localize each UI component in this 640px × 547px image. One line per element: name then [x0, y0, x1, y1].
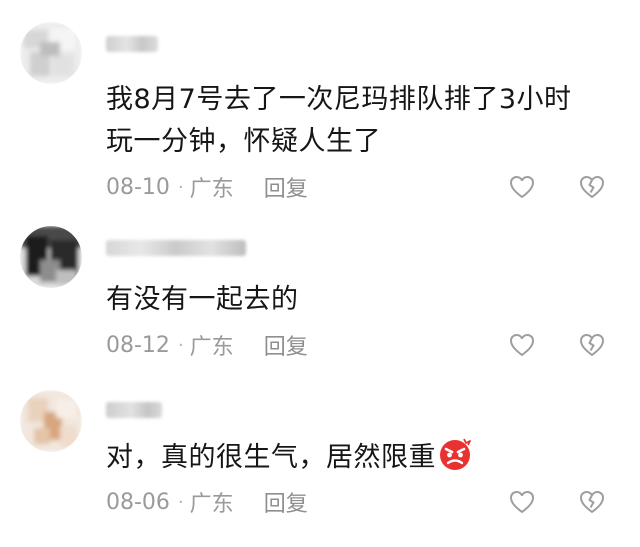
comment-text-line: 对，真的很生气，居然限重: [106, 436, 626, 479]
comment-location: 广东: [189, 335, 234, 360]
broken-heart-outline-icon[interactable]: [578, 331, 606, 359]
heart-outline-icon[interactable]: [508, 331, 536, 359]
avatar[interactable]: [20, 22, 82, 84]
separator-dot: ·: [177, 176, 184, 198]
avatar[interactable]: [20, 390, 82, 452]
comment-date: 08-06: [106, 489, 170, 515]
angry-face-emoji: [437, 436, 473, 472]
comment-text-content: 对，真的很生气，居然限重: [106, 442, 436, 473]
separator-dot: ·: [177, 491, 184, 513]
comment-meta: 08-06 · 广东 回复: [106, 486, 308, 518]
comment-date: 08-12: [106, 332, 170, 358]
comment-date: 08-10: [106, 174, 170, 200]
comment-item: 对，真的很生气，居然限重 08-06 · 广东 回复: [0, 370, 640, 547]
broken-heart-outline-icon[interactable]: [578, 488, 606, 516]
reply-button[interactable]: 回复: [264, 171, 308, 203]
separator-dot: ·: [177, 334, 184, 356]
comment-text-line: 我8月7号去了一次尼玛排队排了3小时: [106, 84, 572, 115]
username-blurred[interactable]: [106, 36, 158, 52]
comment-location: 广东: [189, 177, 234, 202]
comment-meta: 08-12 · 广东 回复: [106, 329, 308, 361]
username-blurred[interactable]: [106, 402, 162, 418]
heart-outline-icon[interactable]: [508, 173, 536, 201]
comment-text: 我8月7号去了一次尼玛排队排了3小时 玩一分钟，怀疑人生了: [106, 79, 626, 163]
heart-outline-icon[interactable]: [508, 488, 536, 516]
avatar[interactable]: [20, 226, 82, 288]
comment-meta: 08-10 · 广东 回复: [106, 171, 308, 203]
comment-text-line: 有没有一起去的: [106, 284, 299, 315]
username-blurred[interactable]: [106, 240, 246, 256]
reply-button[interactable]: 回复: [264, 486, 308, 518]
comment-text: 对，真的很生气，居然限重: [106, 436, 626, 479]
broken-heart-outline-icon[interactable]: [578, 173, 606, 201]
comment-text: 有没有一起去的: [106, 279, 626, 321]
comment-text-line: 玩一分钟，怀疑人生了: [106, 126, 381, 157]
comment-item: 我8月7号去了一次尼玛排队排了3小时 玩一分钟，怀疑人生了 08-10 · 广东…: [0, 0, 640, 203]
comment-item: 有没有一起去的 08-12 · 广东 回复: [0, 200, 640, 370]
reply-button[interactable]: 回复: [264, 329, 308, 361]
comment-location: 广东: [189, 492, 234, 517]
